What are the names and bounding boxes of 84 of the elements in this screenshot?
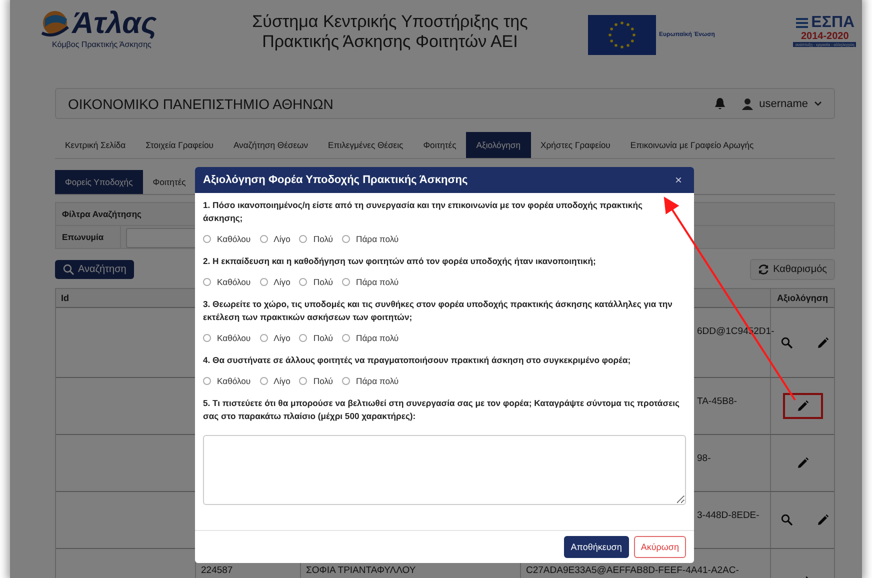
search-icon bbox=[63, 264, 74, 275]
radio-button[interactable] bbox=[299, 278, 308, 286]
espa-years: 2014-2020 bbox=[800, 31, 849, 42]
radio-option[interactable]: Πάρα πολύ bbox=[342, 277, 399, 287]
nav-tab[interactable]: Φοιτητές bbox=[413, 132, 466, 158]
question-text: 5. Τι πιστεύετε ότι θα μπορούσε να βελτιωθεί στη συνεργασία σας με τον φορέα; Καταγράψτε σύντομα τις προτάσεις σας στο παρακάτω πλαίσιο (μέχρι 500 χαρακτήρες): bbox=[203, 397, 681, 423]
user-menu[interactable]: username bbox=[742, 98, 822, 110]
globe-icon bbox=[40, 9, 70, 39]
nav-tab[interactable]: Χρήστες Γραφείου bbox=[530, 132, 620, 158]
save-button[interactable]: Αποθήκευση bbox=[564, 536, 629, 558]
radio-option[interactable]: Λίγο bbox=[260, 333, 290, 343]
table-cell: 98- bbox=[697, 453, 711, 464]
radio-button[interactable] bbox=[260, 235, 268, 243]
radio-option[interactable]: Πάρα πολύ bbox=[342, 333, 399, 343]
table-cell: TA-45B8- bbox=[697, 396, 737, 407]
question-text: 3. Θεωρείτε το χώρο, τις υποδομές και τις συνθήκες στον φορέα υποδοχής πρακτικής άσκησης κατάλληλες για την εκτέλεση των πρακτικών ασκήσεων των φοιτητών; bbox=[203, 298, 674, 324]
clear-button[interactable]: Καθαρισμός bbox=[750, 259, 835, 280]
chevron-down-icon bbox=[814, 100, 822, 106]
cancel-button[interactable]: Ακύρωση bbox=[634, 536, 686, 558]
radio-option[interactable]: Λίγο bbox=[260, 376, 290, 386]
bell-icon bbox=[714, 97, 726, 110]
radio-button[interactable] bbox=[260, 278, 268, 286]
radio-button[interactable] bbox=[203, 377, 211, 385]
radio-button[interactable] bbox=[203, 235, 211, 243]
radio-option[interactable]: Πολύ bbox=[299, 333, 333, 343]
search-icon bbox=[781, 336, 793, 348]
nav-tab[interactable]: Επιλεγμένες Θέσεις bbox=[318, 132, 414, 158]
table-cell: C27ADA9E33A5@AEFFAB8D-FEEF-4A41-A2AC- bbox=[526, 565, 739, 576]
pencil-icon bbox=[796, 400, 808, 412]
radio-option[interactable]: Καθόλου bbox=[203, 277, 251, 287]
radio-button[interactable] bbox=[260, 334, 268, 342]
espa-logo-text: ΕΣΠΑ bbox=[811, 14, 855, 31]
close-button[interactable]: × bbox=[674, 173, 682, 187]
radio-button[interactable] bbox=[342, 377, 350, 385]
nav-tab[interactable]: Κεντρική Σελίδα bbox=[55, 132, 136, 158]
sub-tab[interactable]: Φοιτητές bbox=[142, 170, 196, 194]
logo-text: Άτλας bbox=[72, 8, 157, 40]
sub-tab[interactable]: Φορείς Υποδοχής bbox=[55, 170, 143, 194]
table-cell: 224587 bbox=[201, 565, 233, 576]
answer-box[interactable] bbox=[203, 435, 686, 505]
question-text: 2. Η εκπαίδευση και η καθοδήγηση των φοιτητών από τον φορέα υποδοχής ήταν ικανοποιητική; bbox=[203, 255, 597, 268]
logo-tagline: Κόμβος Πρακτικής Άσκησης bbox=[52, 40, 152, 49]
radio-button[interactable] bbox=[299, 334, 308, 342]
radio-option[interactable]: Πολύ bbox=[299, 234, 333, 244]
radio-option[interactable]: Πολύ bbox=[299, 277, 333, 287]
pencil-icon bbox=[796, 457, 808, 469]
nav-tab[interactable]: Αναζήτηση Θέσεων bbox=[223, 132, 318, 158]
refresh-icon bbox=[758, 264, 770, 275]
radio-option[interactable]: Λίγο bbox=[260, 277, 290, 287]
radio-button[interactable] bbox=[342, 334, 350, 342]
search-button[interactable]: Αναζήτηση bbox=[55, 260, 134, 279]
flag-stripes-icon bbox=[795, 16, 810, 30]
nav-tab[interactable]: Στοιχεία Γραφείου bbox=[136, 132, 224, 158]
table-cell: ΣΟΦΙΑ ΤΡΙΑΝΤΑΦΥΛΛΟΥ bbox=[306, 565, 416, 576]
radio-option[interactable]: Καθόλου bbox=[203, 376, 251, 386]
nav-tab[interactable]: Αξιολόγηση bbox=[466, 132, 530, 158]
radio-button[interactable] bbox=[342, 235, 350, 243]
question-text: 4. Θα συστήνατε σε άλλους φοιτητές να πραγματοποιήσουν πρακτική άσκηση στο συγκεκριμένο φορέα; bbox=[203, 354, 632, 367]
radio-option[interactable]: Καθόλου bbox=[203, 333, 251, 343]
site-title-line: Σύστημα Κεντρικής Υποστήριξης της bbox=[252, 12, 528, 32]
column-header: Αξιολόγηση bbox=[776, 292, 830, 305]
search-icon bbox=[781, 514, 793, 526]
radio-button[interactable] bbox=[260, 377, 268, 385]
institution-name: ΟΙΚΟΝΟΜΙΚΟ ΠΑΝΕΠΙΣΤΗΜΙΟ ΑΘΗΝΩΝ bbox=[68, 96, 334, 112]
radio-option[interactable]: Λίγο bbox=[260, 234, 290, 244]
radio-button[interactable] bbox=[299, 235, 308, 243]
radio-button[interactable] bbox=[299, 377, 308, 385]
site-title-line: Πρακτικής Άσκησης Φοιτητών ΑΕΙ bbox=[262, 32, 518, 52]
radio-option[interactable]: Πάρα πολύ bbox=[342, 234, 399, 244]
radio-option[interactable]: Πάρα πολύ bbox=[342, 376, 399, 386]
pencil-icon bbox=[817, 336, 829, 348]
radio-button[interactable] bbox=[203, 278, 211, 286]
user-icon bbox=[742, 98, 754, 110]
radio-option[interactable]: Καθόλου bbox=[203, 234, 251, 244]
radio-button[interactable] bbox=[342, 278, 350, 286]
nav-tab[interactable]: Επικοινωνία με Γραφείο Αρωγής bbox=[620, 132, 764, 158]
eu-flag-icon bbox=[588, 15, 656, 55]
table-cell: 3-448D-8EDE- bbox=[697, 510, 760, 521]
pencil-icon bbox=[817, 514, 829, 526]
modal-title: Αξιολόγηση Φορέα Υποδοχής Πρακτικής Άσκησης bbox=[203, 174, 468, 186]
radio-option[interactable]: Πολύ bbox=[299, 376, 333, 386]
field-label: Επωνυμία bbox=[56, 226, 121, 248]
radio-button[interactable] bbox=[203, 334, 211, 342]
edit-button[interactable] bbox=[784, 395, 820, 417]
